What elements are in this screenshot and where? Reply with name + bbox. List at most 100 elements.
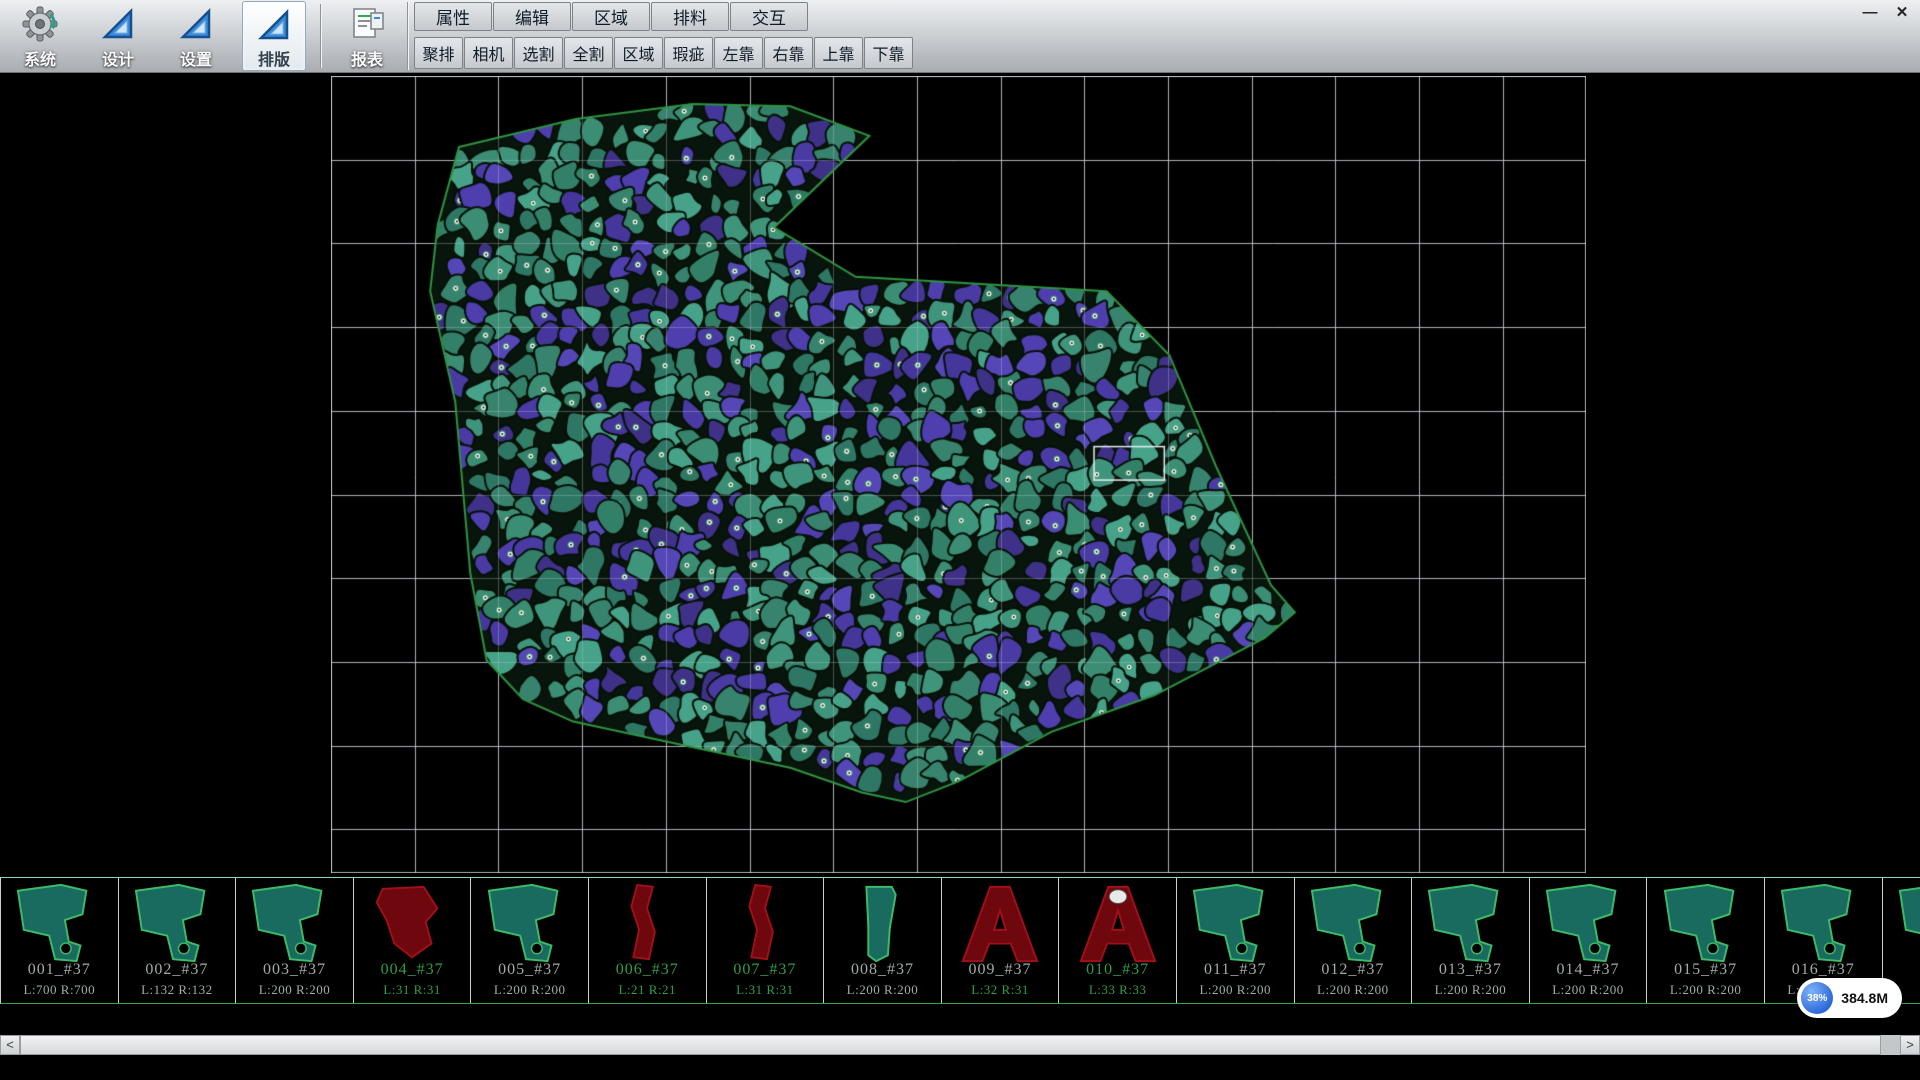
piece-thumbnail-001_#37[interactable]: 001_#37 L:700 R:700 [1, 878, 119, 1003]
tab-label: 系统 [24, 46, 56, 70]
progress-circle: 38% [1801, 982, 1833, 1014]
ribbon-tab-layout[interactable]: 排版 [242, 1, 306, 71]
piece-thumbnail-003_#37[interactable]: 003_#37L:200 R:200 [236, 878, 354, 1003]
report-icon [346, 3, 388, 45]
toolbar-divider [407, 2, 408, 70]
piece-shape [1302, 881, 1404, 967]
triangle-ruler-icon [175, 3, 217, 45]
piece-shape [1655, 881, 1757, 967]
piece-thumbnail-011_#37[interactable]: 011_#37L:200 R:200 [1177, 878, 1295, 1003]
tab-label: 报表 [351, 46, 383, 70]
piece-lr-count-label: L:33 R:33 [1059, 982, 1176, 998]
workspace [0, 73, 1920, 877]
menu-align-bottom-button[interactable]: 下靠 [864, 37, 913, 69]
piece-thumbnail-002_#37[interactable]: 002_#37 L:132 R:132 [119, 878, 237, 1003]
piece-thumbnail-009_#37[interactable]: 009_#37L:32 R:31 [942, 878, 1060, 1003]
gear-icon [19, 3, 61, 45]
menu-row-1: 属性编辑区域排料交互 [414, 2, 914, 31]
piece-thumbnail-013_#37[interactable]: 013_#37L:200 R:200 [1412, 878, 1530, 1003]
piece-thumbnail-012_#37[interactable]: 012_#37 L:200 R:200 [1295, 878, 1413, 1003]
triangle-ruler-icon [253, 4, 295, 45]
piece-lr-count-label: L:32 R:31 [942, 982, 1059, 998]
piece-name-label: 002_#37 [119, 961, 236, 979]
nesting-canvas[interactable] [331, 76, 1586, 873]
piece-shape [126, 881, 228, 967]
piece-thumbnail-014_#37[interactable]: 014_#37 L:200 R:200 [1530, 878, 1648, 1003]
minimize-button[interactable]: — [1860, 4, 1880, 22]
piece-thumbnail-005_#37[interactable]: 005_#37 L:200 R:200 [471, 878, 589, 1003]
piece-shape [714, 881, 816, 967]
ribbon-tab-system[interactable]: 系统 [8, 1, 72, 71]
tab-divider [320, 4, 321, 68]
piece-lr-count-label: L:200 R:200 [236, 982, 353, 998]
piece-lr-count-label: L:200 R:200 [1530, 982, 1647, 998]
piece-shape [596, 881, 698, 967]
tab-label: 设计 [102, 46, 134, 70]
piece-name-label: 012_#37 [1295, 961, 1412, 979]
menu-camera-button[interactable]: 相机 [464, 37, 513, 69]
piece-lr-count-label: L:200 R:200 [1647, 982, 1764, 998]
piece-name-label: 014_#37 [1530, 961, 1647, 979]
piece-shape [1772, 881, 1874, 967]
piece-shape [243, 881, 345, 967]
piece-thumbnail-strip: 001_#37 L:700 R:700002_#37 L:132 R:132003_… [0, 877, 1920, 1004]
menu-region-button[interactable]: 区域 [572, 2, 650, 31]
menu-groups: 属性编辑区域排料交互 聚排相机选割全割区域瑕疵左靠右靠上靠下靠 [414, 2, 914, 69]
piece-shape [831, 881, 933, 967]
progress-percent-label: 38% [1807, 993, 1827, 1004]
piece-shape [1537, 881, 1639, 967]
menu-region-button[interactable]: 区域 [614, 37, 663, 69]
scroll-left-arrow[interactable]: < [0, 1035, 20, 1055]
close-button[interactable]: ✕ [1892, 4, 1912, 22]
menu-interact-button[interactable]: 交互 [730, 2, 808, 31]
piece-lr-count-label: L:200 R:200 [1412, 982, 1529, 998]
horizontal-scrollbar[interactable]: < > [0, 1035, 1920, 1055]
piece-thumbnail-007_#37[interactable]: 007_#37L:31 R:31 [707, 878, 825, 1003]
ribbon-tab-report[interactable]: 报表 [335, 1, 399, 71]
ribbon-tab-design[interactable]: 设计 [86, 1, 150, 71]
piece-lr-count-label: L:132 R:132 [119, 982, 236, 998]
piece-shape [1419, 881, 1521, 967]
menu-properties-button[interactable]: 属性 [414, 2, 492, 31]
application-window: 系统 设计 设置 排版 报表 属性编辑区域排料交互 聚排相机选割全割区域瑕疵左靠… [0, 0, 1920, 1080]
piece-thumbnail-004_#37[interactable]: 004_#37L:31 R:31 [354, 878, 472, 1003]
piece-thumbnail-008_#37[interactable]: 008_#37L:200 R:200 [824, 878, 942, 1003]
menu-cut-all-button[interactable]: 全割 [564, 37, 613, 69]
piece-lr-count-label: L:31 R:31 [354, 982, 471, 998]
memory-progress-pill: 38% 384.8M [1797, 978, 1902, 1018]
menu-align-top-button[interactable]: 上靠 [814, 37, 863, 69]
piece-shape [361, 881, 463, 967]
piece-shape [1067, 881, 1169, 967]
menu-cluster-nest-button[interactable]: 聚排 [414, 37, 463, 69]
tab-label: 设置 [180, 46, 212, 70]
menu-align-right-button[interactable]: 右靠 [764, 37, 813, 69]
piece-lr-count-label: L:200 R:200 [1295, 982, 1412, 998]
piece-thumbnail-015_#37[interactable]: 015_#37L:200 R:200 [1647, 878, 1765, 1003]
piece-lr-count-label: L:200 R:200 [1177, 982, 1294, 998]
scrollbar-thumb[interactable] [20, 1035, 1881, 1055]
piece-name-label: 001_#37 [1, 961, 118, 979]
scrollbar-track[interactable] [20, 1035, 1900, 1055]
piece-name-label: 005_#37 [471, 961, 588, 979]
titlebar: 系统 设计 设置 排版 报表 属性编辑区域排料交互 聚排相机选割全割区域瑕疵左靠… [0, 0, 1920, 73]
piece-shape [8, 881, 110, 967]
ribbon-tabs: 系统 设计 设置 排版 报表 [0, 0, 405, 73]
piece-thumbnail-010_#37[interactable]: 010_#37L:33 R:33 [1059, 878, 1177, 1003]
piece-lr-count-label: L:200 R:200 [471, 982, 588, 998]
piece-name-label: 016_#37 [1765, 961, 1882, 979]
piece-lr-count-label: L:31 R:31 [707, 982, 824, 998]
piece-shape [1184, 881, 1286, 967]
ribbon-tab-settings[interactable]: 设置 [164, 1, 228, 71]
menu-nest-button[interactable]: 排料 [651, 2, 729, 31]
menu-select-cut-button[interactable]: 选割 [514, 37, 563, 69]
scroll-right-arrow[interactable]: > [1900, 1035, 1920, 1055]
piece-thumbnail-006_#37[interactable]: 006_#37 L:21 R:21 [589, 878, 707, 1003]
piece-lr-count-label: L:700 R:700 [1, 982, 118, 998]
menu-align-left-button[interactable]: 左靠 [714, 37, 763, 69]
piece-name-label: 006_#37 [589, 961, 706, 979]
window-controls: — ✕ [1860, 4, 1912, 22]
menu-defect-button[interactable]: 瑕疵 [664, 37, 713, 69]
menu-edit-button[interactable]: 编辑 [493, 2, 571, 31]
memory-usage-label: 384.8M [1841, 990, 1888, 1006]
piece-lr-count-label: L:21 R:21 [589, 982, 706, 998]
